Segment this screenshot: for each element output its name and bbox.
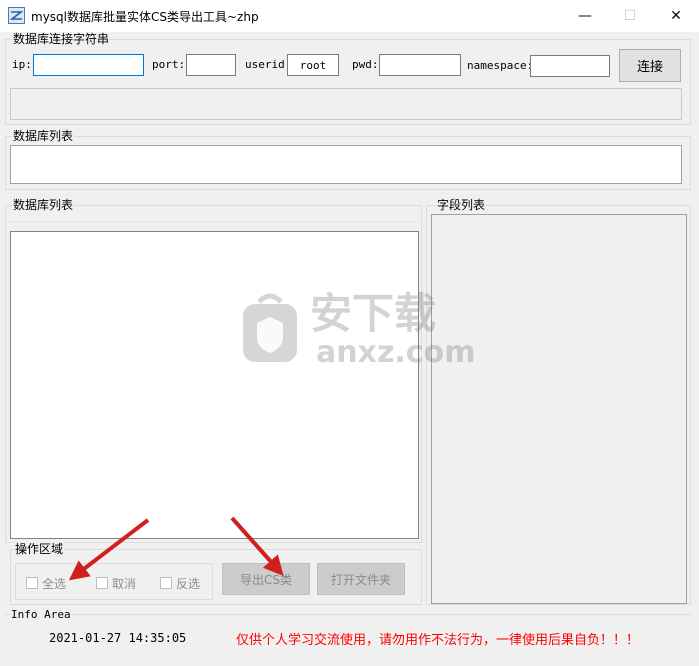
info-timestamp: 2021-01-27 14:35:05 <box>49 631 187 645</box>
watermark-url: anxz.com <box>316 335 476 370</box>
minimize-button[interactable]: — <box>562 0 608 32</box>
cancel-label: 取消 <box>112 577 137 591</box>
select-all-checkbox[interactable] <box>26 577 38 589</box>
export-cs-button[interactable]: 导出CS类 <box>222 563 310 595</box>
ip-input[interactable] <box>33 54 144 76</box>
open-folder-button[interactable]: 打开文件夹 <box>317 563 405 595</box>
connection-group-title: 数据库连接字符串 <box>12 32 111 46</box>
info-title: Info Area <box>10 608 72 622</box>
watermark-text: 安下载 <box>310 289 437 338</box>
connect-button[interactable]: 连接 <box>619 49 681 82</box>
namespace-label: namespace: <box>467 59 534 72</box>
pwd-input[interactable] <box>379 54 461 76</box>
field-list-title: 字段列表 <box>436 198 487 212</box>
divider <box>8 221 419 222</box>
db-list-left-title: 数据库列表 <box>12 198 75 212</box>
db-list-top-title: 数据库列表 <box>12 129 75 143</box>
invert-checkbox[interactable] <box>160 577 172 589</box>
info-notice: 仅供个人学习交流使用，请勿用作不法行为，一律使用后果自负！！！ <box>236 633 640 648</box>
cancel-checkbox[interactable] <box>96 577 108 589</box>
port-input[interactable] <box>186 54 236 76</box>
invert-label: 反选 <box>176 577 201 591</box>
port-label: port: <box>152 58 186 71</box>
field-list-box[interactable] <box>431 214 687 604</box>
userid-label: userid: <box>245 58 292 71</box>
ip-label: ip: <box>12 58 32 71</box>
userid-value: root <box>299 58 327 72</box>
operation-title: 操作区域 <box>14 542 65 556</box>
watermark-logo <box>241 290 299 367</box>
maximize-button[interactable]: ☐ <box>607 0 653 32</box>
close-button[interactable]: ✕ <box>653 0 699 32</box>
db-list-box[interactable] <box>10 231 419 539</box>
db-list-top-box[interactable] <box>10 145 682 184</box>
namespace-input[interactable] <box>530 55 610 77</box>
app-icon <box>8 7 25 24</box>
connection-status-panel <box>10 88 682 120</box>
window-title: mysql数据库批量实体CS类导出工具~zhp <box>31 10 259 24</box>
userid-input[interactable]: root <box>287 54 339 76</box>
pwd-label: pwd: <box>352 58 379 71</box>
select-all-label: 全选 <box>42 577 67 591</box>
